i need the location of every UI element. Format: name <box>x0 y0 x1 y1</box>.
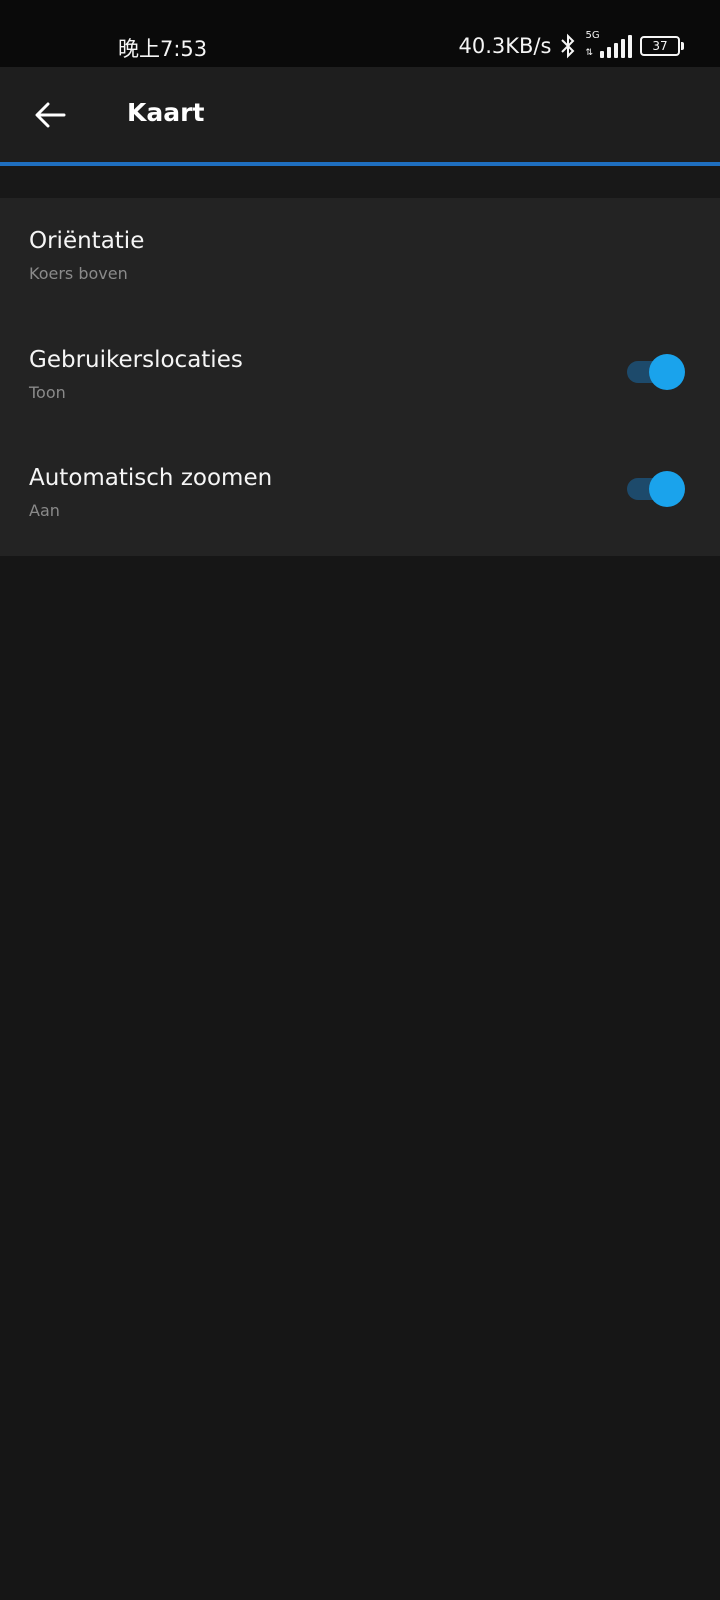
back-button[interactable] <box>28 93 72 137</box>
setting-title: Gebruikerslocaties <box>29 347 243 373</box>
setting-title: Automatisch zoomen <box>29 465 273 491</box>
status-icons: 40.3KB/s 5G ⇅ 37 <box>458 30 684 59</box>
auto-zoom-switch[interactable] <box>627 470 685 508</box>
setting-title: Oriëntatie <box>29 228 145 254</box>
setting-subtitle: Koers boven <box>29 264 128 283</box>
app-bar: Kaart <box>0 67 720 162</box>
signal-icon: 5G ⇅ <box>585 30 632 58</box>
setting-subtitle: Aan <box>29 501 60 520</box>
battery-icon: 37 <box>640 36 684 56</box>
battery-level: 37 <box>652 39 668 53</box>
status-bar: 晚上7:53 40.3KB/s 5G ⇅ 37 <box>0 0 720 67</box>
settings-list: Oriëntatie Koers boven Gebruikerslocatie… <box>0 198 720 556</box>
section-spacer <box>0 166 720 198</box>
data-arrows-icon: ⇅ <box>585 48 593 58</box>
setting-orientation[interactable]: Oriëntatie Koers boven <box>0 198 720 316</box>
network-type: 5G <box>585 30 600 41</box>
page-title: Kaart <box>127 98 205 127</box>
network-speed: 40.3KB/s <box>458 34 552 58</box>
user-locations-switch[interactable] <box>627 353 685 391</box>
bluetooth-icon <box>561 33 575 59</box>
arrow-left-icon <box>35 102 66 128</box>
status-time: 晚上7:53 <box>118 37 208 61</box>
setting-user-locations[interactable]: Gebruikerslocaties Toon <box>0 316 720 434</box>
setting-auto-zoom[interactable]: Automatisch zoomen Aan <box>0 434 720 552</box>
setting-subtitle: Toon <box>29 383 66 402</box>
